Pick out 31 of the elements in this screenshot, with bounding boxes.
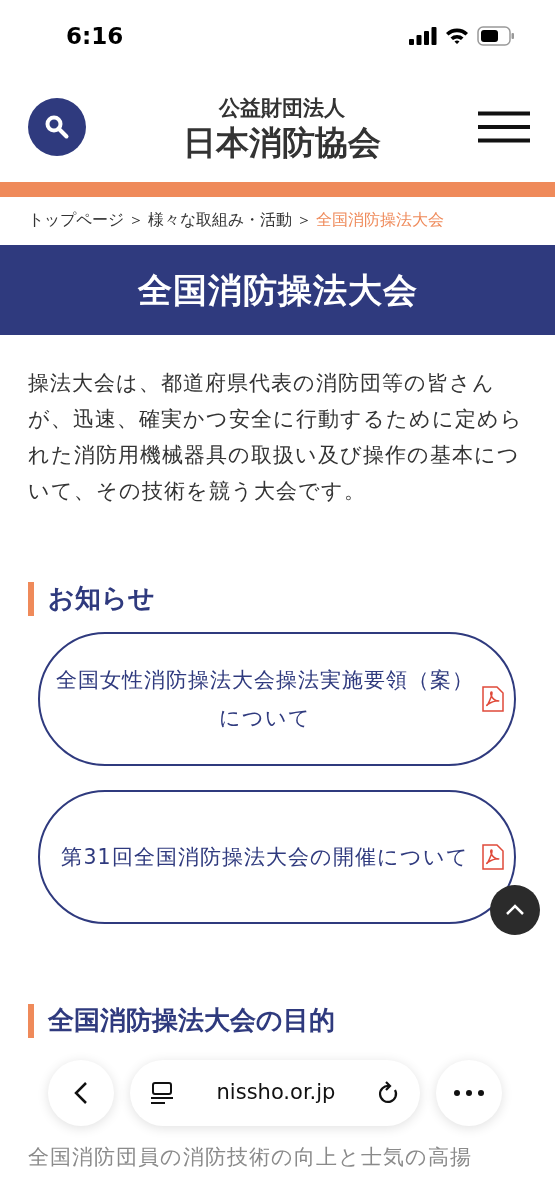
intro-paragraph: 操法大会は、都道府県代表の消防団等の皆さんが、迅速、確実かつ安全に行動するために定められた消防用機械器具の取扱い及び操作の基本について、その技術を競う大会です。: [27, 370, 524, 505]
notice-link-button[interactable]: 第31回全国消防操法大会の開催について: [38, 789, 516, 924]
breadcrumb-separator: ＞: [128, 210, 144, 232]
back-icon: [74, 1080, 88, 1105]
breadcrumb-separator: ＞: [296, 210, 312, 232]
chevron-up-icon: [505, 904, 525, 916]
breadcrumb-link[interactable]: 様々な取組み・活動: [148, 209, 292, 233]
notice-link-button[interactable]: 全国女性消防操法大会操法実施要領（案）について: [38, 631, 516, 766]
signal-icon: [409, 27, 437, 45]
battery-icon: [477, 26, 515, 46]
breadcrumb-current: 全国消防操法大会: [316, 210, 444, 232]
wifi-icon: [445, 27, 469, 45]
menu-icon: [478, 111, 530, 143]
search-icon: [43, 113, 71, 141]
scroll-to-top-button[interactable]: [490, 885, 540, 935]
address-bar[interactable]: nissho.or.jp: [130, 1059, 420, 1126]
status-time: 6:16: [66, 21, 124, 51]
section-heading: お知らせ: [28, 582, 527, 616]
more-icon: [454, 1089, 484, 1096]
pdf-icon: [482, 843, 504, 870]
pdf-icon: [482, 685, 504, 712]
reader-icon: [150, 1081, 174, 1104]
menu-button[interactable]: [478, 111, 530, 143]
page-title-banner: 全国消防操法大会: [0, 245, 555, 335]
site-title[interactable]: 日本消防協会: [183, 124, 381, 161]
section-heading: 全国消防操法大会の目的: [28, 1003, 527, 1038]
search-button[interactable]: [28, 98, 86, 156]
reload-icon: [378, 1080, 400, 1105]
org-type: 公益財団法人: [219, 95, 345, 123]
breadcrumb-link[interactable]: トップページ: [28, 209, 124, 233]
body-text: 全国消防団員の消防技術の向上と士気の高揚: [27, 1143, 473, 1171]
